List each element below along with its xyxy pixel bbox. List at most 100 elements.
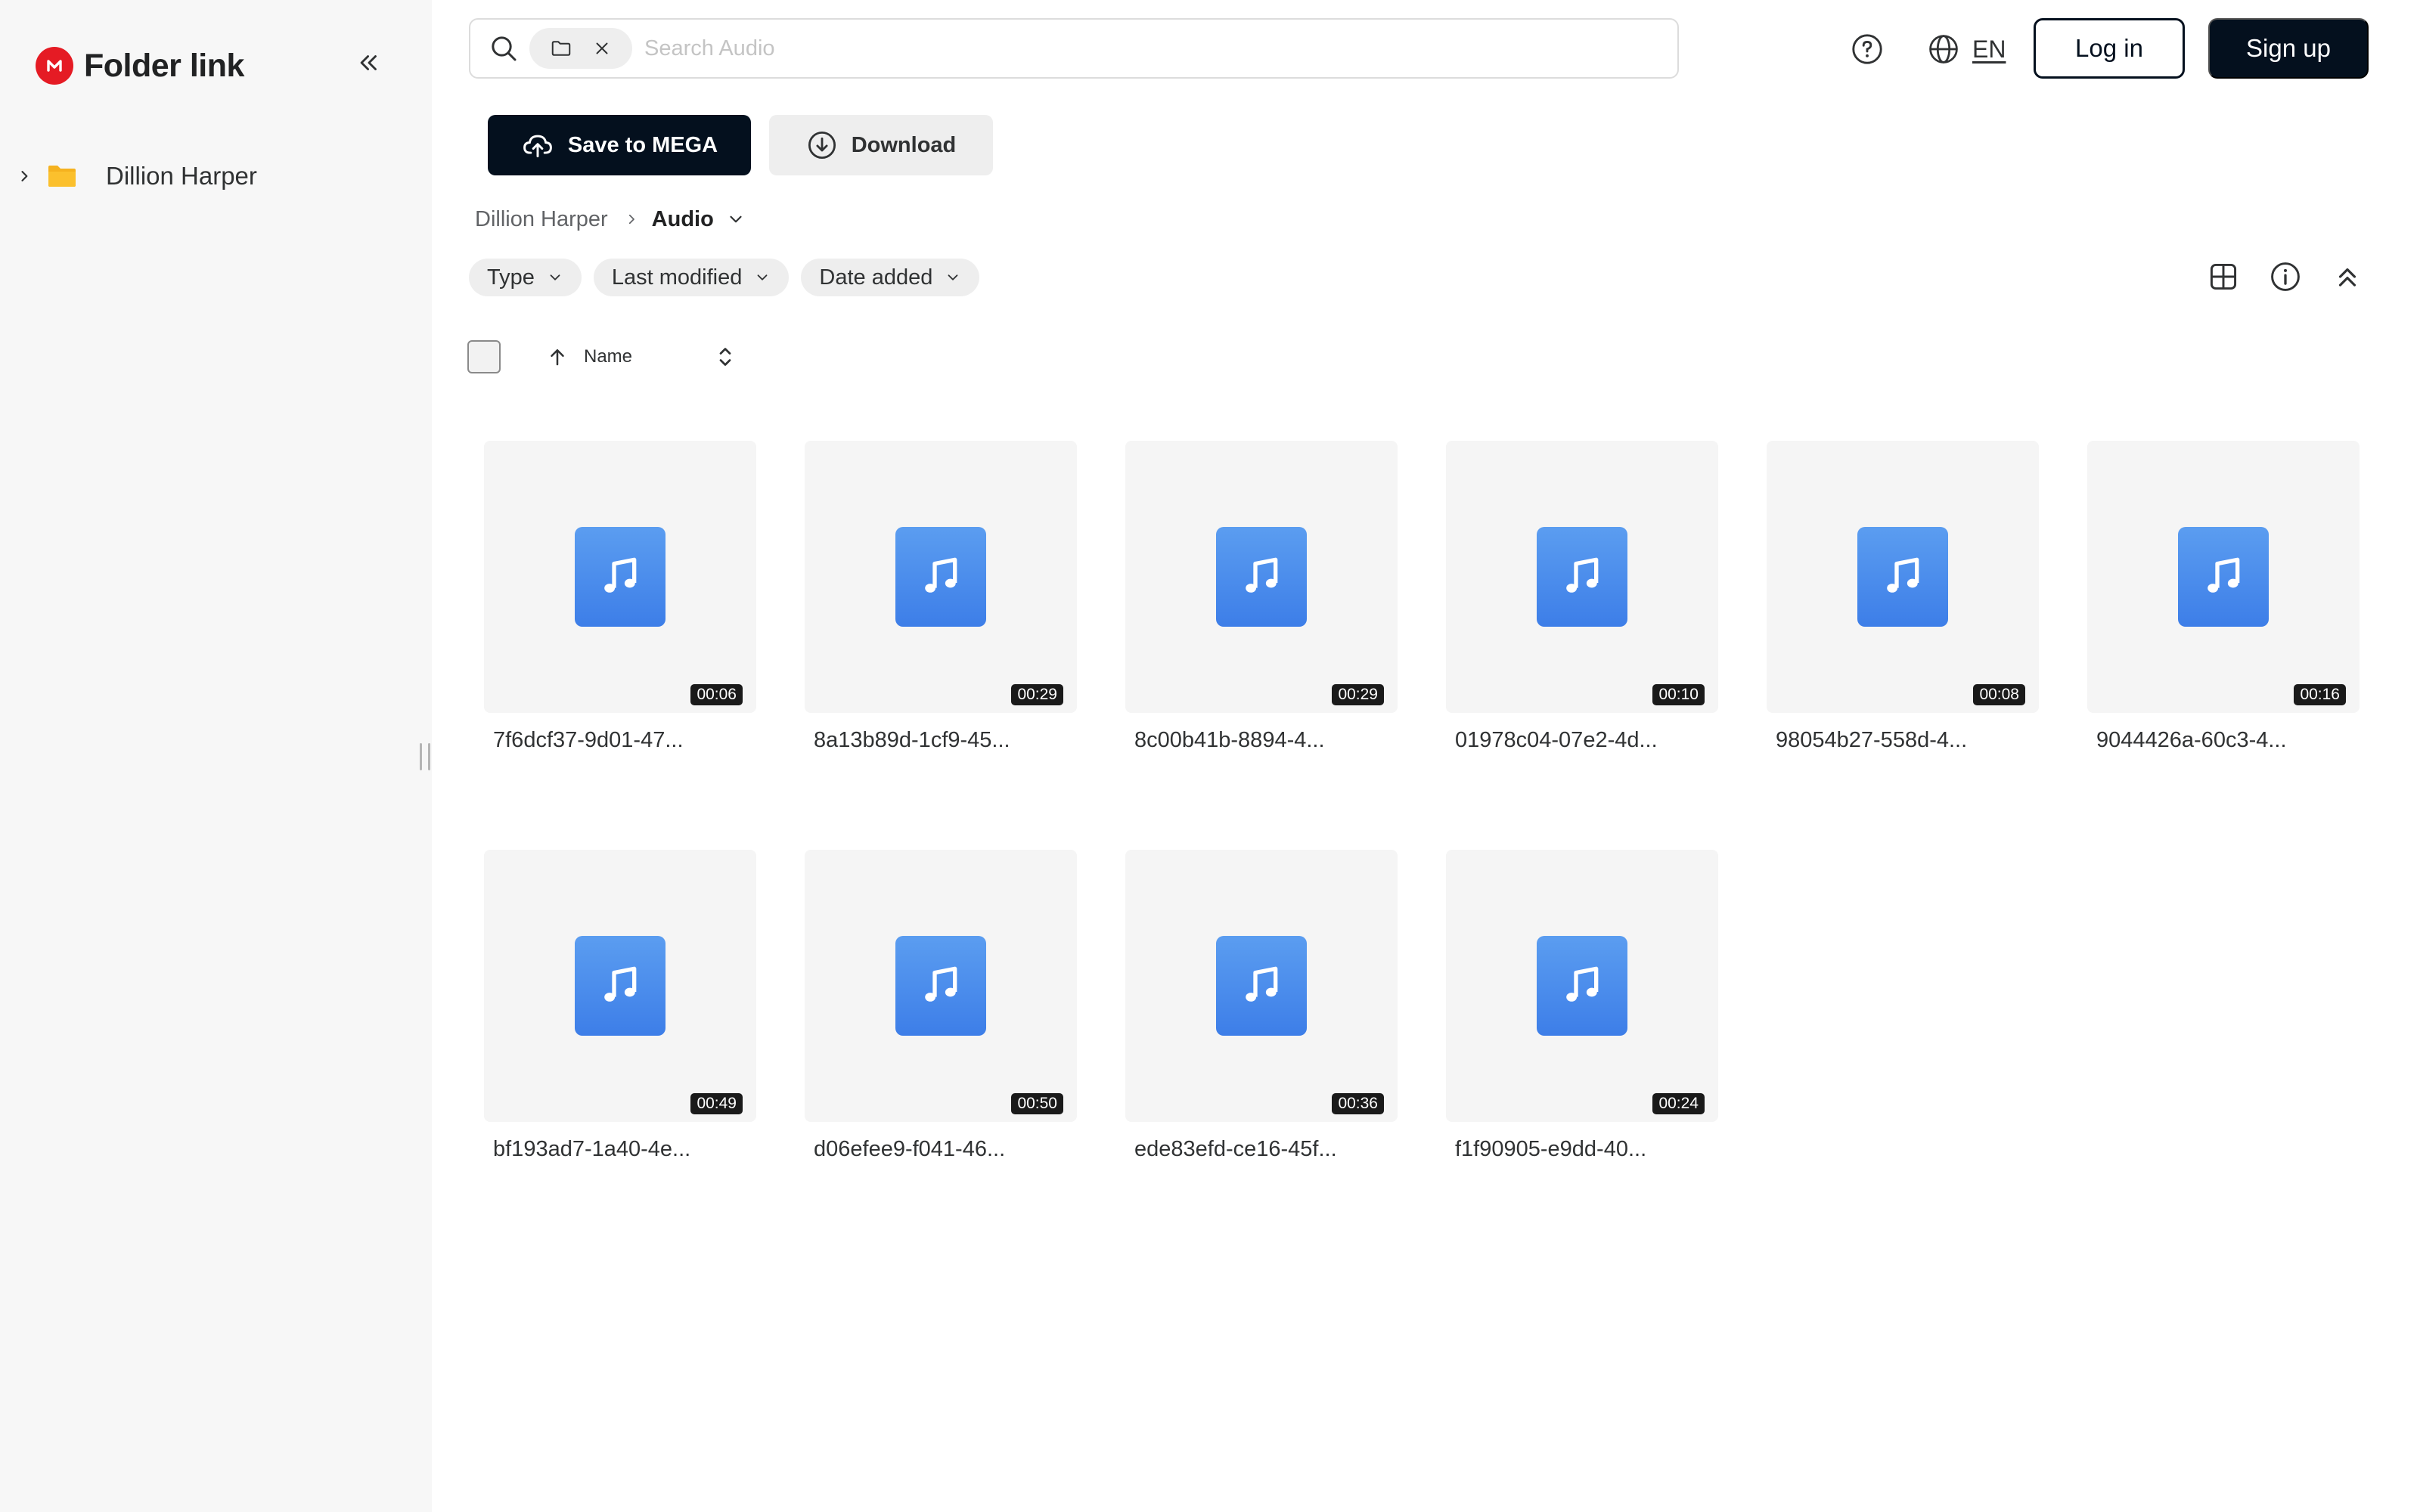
duration-badge: 00:24 xyxy=(1652,1093,1705,1114)
filter-last-modified[interactable]: Last modified xyxy=(593,259,790,296)
folder-outline-icon xyxy=(551,41,571,56)
search-bar[interactable] xyxy=(469,18,1679,79)
file-name: d06efee9-f041-46... xyxy=(814,1137,1006,1161)
file-thumbnail[interactable]: 00:16 xyxy=(2087,441,2360,713)
breadcrumb-current: Audio xyxy=(651,206,714,231)
filter-date-added[interactable]: Date added xyxy=(801,259,980,296)
arrow-up-icon xyxy=(551,349,564,366)
file-thumbnail[interactable]: 00:29 xyxy=(1125,441,1398,713)
file-name: 8a13b89d-1cf9-45... xyxy=(814,728,1010,752)
file-tile[interactable]: 00:06 7f6dcf37-9d01-47... xyxy=(484,441,756,753)
search-input[interactable] xyxy=(644,36,1627,61)
duration-badge: 00:10 xyxy=(1652,684,1705,705)
music-note-icon xyxy=(1216,527,1307,627)
music-note-icon xyxy=(895,527,986,627)
file-thumbnail[interactable]: 00:10 xyxy=(1446,441,1718,713)
music-note-icon xyxy=(1216,936,1307,1036)
collapse-header-button[interactable] xyxy=(2329,259,2366,295)
filter-label: Last modified xyxy=(611,265,743,290)
filter-type[interactable]: Type xyxy=(469,259,582,296)
duration-badge: 00:36 xyxy=(1332,1093,1384,1114)
save-to-mega-label: Save to MEGA xyxy=(567,132,718,157)
file-thumbnail[interactable]: 00:29 xyxy=(805,441,1077,713)
file-tile[interactable]: 00:29 8c00b41b-8894-4... xyxy=(1125,441,1398,753)
file-thumbnail[interactable]: 00:08 xyxy=(1767,441,2039,713)
filter-bar: Type Last modified Date added xyxy=(469,259,980,296)
music-note-icon xyxy=(1857,527,1948,627)
filter-label: Date added xyxy=(819,265,933,290)
file-tile[interactable]: 00:29 8a13b89d-1cf9-45... xyxy=(805,441,1077,753)
help-button[interactable] xyxy=(1848,30,1886,68)
double-chevron-left-icon xyxy=(360,55,377,70)
file-tile[interactable]: 00:10 01978c04-07e2-4d... xyxy=(1446,441,1718,753)
download-button[interactable]: Download xyxy=(769,115,993,175)
search-icon xyxy=(486,30,522,67)
filter-label: Type xyxy=(487,265,535,290)
folder-icon xyxy=(47,164,77,188)
chevron-down-icon[interactable] xyxy=(726,209,746,229)
music-note-icon xyxy=(1537,936,1627,1036)
file-grid: 00:06 7f6dcf37-9d01-47... 00:29 8a13b89d-1c… xyxy=(484,441,2360,1162)
sidebar: Folder link Dillion Harper xyxy=(0,0,432,1512)
save-to-mega-button[interactable]: Save to MEGA xyxy=(488,115,751,175)
music-note-icon xyxy=(895,936,986,1036)
language-code[interactable]: EN xyxy=(1972,36,2006,64)
grid-view-button[interactable] xyxy=(2205,259,2242,295)
duration-badge: 00:50 xyxy=(1011,1093,1063,1114)
file-name: 9044426a-60c3-4... xyxy=(2096,728,2287,752)
cloud-upload-icon xyxy=(523,135,552,158)
breadcrumb-root[interactable]: Dillion Harper xyxy=(475,207,608,232)
file-tile[interactable]: 00:08 98054b27-558d-4... xyxy=(1767,441,2039,753)
file-tile[interactable]: 00:24 f1f90905-e9dd-40... xyxy=(1446,850,1718,1162)
file-name: f1f90905-e9dd-40... xyxy=(1455,1137,1647,1161)
duration-badge: 00:08 xyxy=(1973,684,2025,705)
sidebar-item-dillion-harper[interactable]: Dillion Harper xyxy=(14,157,257,195)
music-note-icon xyxy=(575,527,666,627)
file-name: 8c00b41b-8894-4... xyxy=(1134,728,1325,752)
chevron-down-icon xyxy=(757,274,768,280)
file-thumbnail[interactable]: 00:24 xyxy=(1446,850,1718,1122)
file-thumbnail[interactable]: 00:36 xyxy=(1125,850,1398,1122)
sort-by-name[interactable]: Name xyxy=(546,340,632,373)
sidebar-item-label: Dillion Harper xyxy=(106,162,257,190)
search-scope-chip[interactable] xyxy=(529,28,632,69)
globe-icon xyxy=(1929,35,1958,64)
file-tile[interactable]: 00:50 d06efee9-f041-46... xyxy=(805,850,1077,1162)
file-name: 98054b27-558d-4... xyxy=(1776,728,1968,752)
file-name: bf193ad7-1a40-4e... xyxy=(493,1137,691,1161)
info-button[interactable] xyxy=(2267,259,2304,295)
help-circle-icon xyxy=(1852,34,1882,64)
signup-button[interactable]: Sign up xyxy=(2208,18,2369,79)
duration-badge: 00:16 xyxy=(2294,684,2346,705)
chevron-down-icon xyxy=(948,274,958,280)
collapse-sidebar-button[interactable] xyxy=(352,45,386,80)
file-name: ede83efd-ce16-45f... xyxy=(1134,1137,1337,1161)
music-note-icon xyxy=(575,936,666,1036)
chevron-down-icon xyxy=(550,274,560,280)
info-icon xyxy=(2271,262,2300,291)
select-all-checkbox[interactable] xyxy=(467,340,501,373)
login-button[interactable]: Log in xyxy=(2034,18,2185,79)
language-selector[interactable]: EN xyxy=(1927,30,2006,68)
file-tile[interactable]: 00:49 bf193ad7-1a40-4e... xyxy=(484,850,756,1162)
mega-logo-icon xyxy=(36,47,73,85)
chevron-right-icon[interactable] xyxy=(14,169,35,184)
breadcrumb: Dillion Harper Audio xyxy=(475,203,746,236)
file-thumbnail[interactable]: 00:50 xyxy=(805,850,1077,1122)
brand[interactable]: Folder link xyxy=(36,47,244,85)
music-note-icon xyxy=(2178,527,2269,627)
sidebar-resize-handle[interactable] xyxy=(420,743,430,770)
download-label: Download xyxy=(851,132,957,157)
file-tile[interactable]: 00:16 9044426a-60c3-4... xyxy=(2087,441,2360,753)
sort-order-toggle[interactable] xyxy=(712,339,738,375)
file-name: 01978c04-07e2-4d... xyxy=(1455,728,1658,752)
sort-label: Name xyxy=(584,346,633,367)
file-tile[interactable]: 00:36 ede83efd-ce16-45f... xyxy=(1125,850,1398,1162)
file-thumbnail[interactable]: 00:49 xyxy=(484,850,756,1122)
duration-badge: 00:49 xyxy=(690,1093,743,1114)
close-icon[interactable] xyxy=(592,39,612,58)
duration-badge: 00:29 xyxy=(1332,684,1384,705)
file-thumbnail[interactable]: 00:06 xyxy=(484,441,756,713)
chevron-up-down-icon xyxy=(719,348,731,366)
duration-badge: 00:29 xyxy=(1011,684,1063,705)
